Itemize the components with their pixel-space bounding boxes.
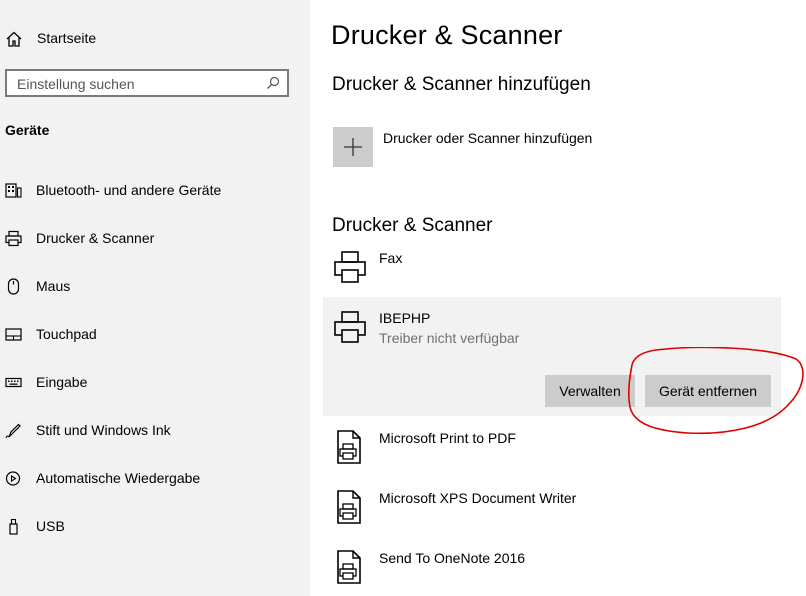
- sidebar-item-label: USB: [36, 518, 65, 534]
- home-link[interactable]: Startseite: [0, 24, 300, 54]
- search-box[interactable]: [5, 69, 289, 97]
- sidebar-item-bluetooth[interactable]: Bluetooth- und andere Geräte: [0, 170, 305, 210]
- mouse-icon: [7, 278, 20, 295]
- usb-icon: [9, 518, 18, 535]
- document-printer-icon: [337, 490, 361, 524]
- sidebar-item-usb[interactable]: USB: [0, 506, 305, 546]
- home-label: Startseite: [37, 30, 97, 46]
- keyboard-icon: [5, 377, 22, 388]
- touchpad-icon: [5, 328, 22, 341]
- autoplay-icon: [5, 471, 21, 486]
- printer-icon: [334, 251, 366, 283]
- device-status: Treiber nicht verfügbar: [379, 330, 520, 346]
- sidebar-item-pen[interactable]: Stift und Windows Ink: [0, 410, 305, 450]
- sidebar-item-label: Eingabe: [36, 374, 88, 390]
- device-item-print-to-pdf[interactable]: Microsoft Print to PDF: [323, 425, 781, 480]
- sidebar-item-mouse[interactable]: Maus: [0, 266, 305, 306]
- sidebar-item-label: Drucker & Scanner: [36, 230, 155, 246]
- device-name: IBEPHP: [379, 310, 431, 326]
- sidebar-item-input[interactable]: Eingabe: [0, 362, 305, 402]
- remove-device-button[interactable]: Gerät entfernen: [645, 375, 771, 407]
- device-name: Fax: [379, 250, 403, 266]
- printer-icon: [334, 311, 366, 343]
- search-input[interactable]: [15, 74, 259, 94]
- sidebar: Startseite Geräte Bluetooth- und andere …: [0, 0, 310, 596]
- sidebar-item-printers[interactable]: Drucker & Scanner: [0, 218, 305, 258]
- device-name: Send To OneNote 2016: [379, 550, 526, 566]
- device-item-xps-writer[interactable]: Microsoft XPS Document Writer: [323, 485, 781, 540]
- manage-button[interactable]: Verwalten: [545, 375, 635, 407]
- search-icon[interactable]: [266, 76, 280, 90]
- pen-icon: [5, 423, 21, 439]
- document-printer-icon: [337, 430, 361, 464]
- add-printer-label[interactable]: Drucker oder Scanner hinzufügen: [383, 130, 592, 146]
- page-title: Drucker & Scanner: [331, 20, 563, 50]
- main-content: Drucker & Scanner Drucker & Scanner hinz…: [310, 0, 806, 596]
- sidebar-item-label: Touchpad: [36, 326, 97, 342]
- device-name: Microsoft XPS Document Writer: [379, 490, 577, 506]
- sidebar-item-label: Maus: [36, 278, 71, 294]
- sidebar-item-touchpad[interactable]: Touchpad: [0, 314, 305, 354]
- device-name: Microsoft Print to PDF: [379, 430, 516, 446]
- plus-icon: [344, 138, 362, 156]
- device-item-onenote[interactable]: Send To OneNote 2016: [323, 545, 781, 596]
- add-section-title: Drucker & Scanner hinzufügen: [332, 74, 591, 95]
- sidebar-item-label: Stift und Windows Ink: [36, 422, 171, 438]
- document-printer-icon: [337, 550, 361, 584]
- sidebar-item-label: Automatische Wiedergabe: [36, 470, 201, 486]
- device-item-ibephp[interactable]: IBEPHP Treiber nicht verfügbar Verwalten…: [323, 297, 781, 416]
- section-title: Geräte: [5, 122, 50, 138]
- list-section-title: Drucker & Scanner: [332, 215, 493, 236]
- device-item-fax[interactable]: Fax: [323, 245, 781, 295]
- home-icon: [6, 31, 22, 47]
- bluetooth-devices-icon: [5, 183, 22, 198]
- add-printer-button[interactable]: [333, 127, 373, 167]
- sidebar-item-label: Bluetooth- und andere Geräte: [36, 182, 222, 198]
- printer-icon: [5, 230, 22, 247]
- sidebar-item-autoplay[interactable]: Automatische Wiedergabe: [0, 458, 305, 498]
